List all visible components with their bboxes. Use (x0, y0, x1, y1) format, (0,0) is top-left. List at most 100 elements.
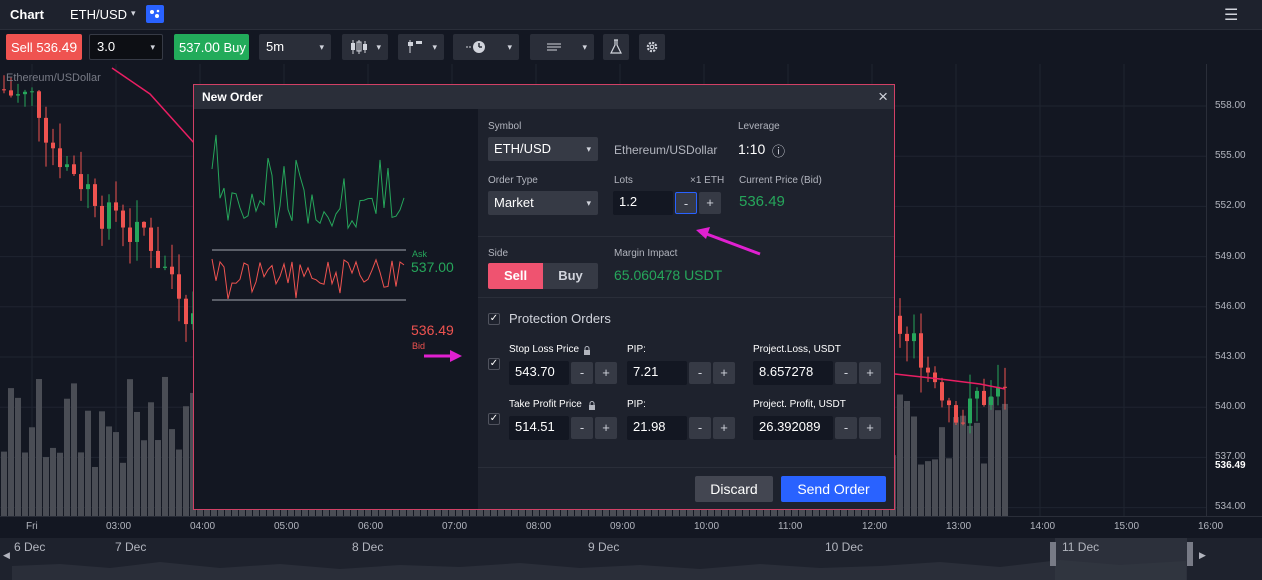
volume-bar (43, 457, 49, 516)
take-profit-pip-increment-button[interactable]: + (713, 417, 735, 439)
chevron-down-icon: ▾ (432, 42, 437, 52)
take-profit-projection-increment-button[interactable]: + (859, 417, 881, 439)
take-profit-price-input[interactable]: 514.51 (509, 416, 569, 440)
discard-button[interactable]: Discard (695, 476, 773, 502)
send-order-button[interactable]: Send Order (781, 476, 886, 502)
stop-loss-checkbox[interactable]: ✓ (488, 358, 500, 370)
time-axis[interactable]: Fri 03:00 04:00 05:00 06:00 07:00 08:00 … (0, 516, 1262, 538)
take-profit-pip-input[interactable]: 21.98 (627, 416, 687, 440)
candle-body (975, 390, 979, 399)
order-type-select[interactable]: Market ▾ (488, 191, 598, 215)
volume-bar (8, 388, 14, 516)
dialog-header[interactable]: New Order × (194, 85, 894, 109)
time-tick: 07:00 (442, 521, 468, 532)
chart-type-button[interactable]: ▾ (342, 34, 388, 60)
navigator-date: 6 Dec (14, 540, 46, 554)
volume-bar (967, 425, 973, 516)
volume-bar (1, 451, 7, 516)
stop-loss-decrement-button[interactable]: - (571, 362, 593, 384)
candle-body (898, 315, 902, 334)
stop-loss-price-input[interactable]: 543.70 (509, 361, 569, 385)
stop-loss-projection-increment-button[interactable]: + (859, 362, 881, 384)
take-profit-pip-decrement-button[interactable]: - (689, 417, 711, 439)
lots-unit: ×1 ETH (690, 175, 725, 186)
info-icon[interactable]: ⓘ (772, 141, 785, 160)
chart-settings-button[interactable]: ▾ (530, 34, 594, 60)
volume-bar (981, 463, 987, 516)
candle-body (135, 221, 139, 242)
price-tick: 549.00 (1215, 251, 1246, 262)
candle-body (156, 250, 160, 268)
symbol-selector[interactable]: ETH/USD (70, 7, 127, 22)
stop-loss-projection-input[interactable]: 8.657278 (753, 361, 833, 385)
volume-bar (946, 458, 952, 516)
stop-loss-increment-button[interactable]: + (595, 362, 617, 384)
navigator-scroll-left-icon[interactable]: ◀ (3, 550, 10, 561)
take-profit-projection-input[interactable]: 26.392089 (753, 416, 833, 440)
symbol-select[interactable]: ETH/USD ▾ (488, 137, 598, 161)
protection-orders-checkbox[interactable]: ✓ (488, 313, 500, 325)
stop-loss-pip-input[interactable]: 7.21 (627, 361, 687, 385)
current-price-value: 536.49 (739, 193, 785, 210)
interval-select[interactable]: 5m ▾ (259, 34, 331, 60)
settings-button[interactable] (639, 34, 665, 60)
volume-bar (22, 452, 28, 516)
lock-icon (584, 346, 590, 355)
timeline-navigator[interactable]: ◀ ▶ 6 Dec 7 Dec 8 Dec 9 Dec 10 Dec 11 De… (0, 538, 1262, 580)
candle-body (58, 148, 62, 168)
price-axis[interactable]: 558.00 555.00 552.00 549.00 546.00 543.0… (1206, 64, 1262, 516)
volume-bar (925, 461, 931, 516)
time-range-button[interactable]: ▾ (453, 34, 519, 60)
candle-body (2, 89, 6, 91)
candle-body (107, 202, 111, 229)
strategy-button[interactable] (603, 34, 629, 60)
quantity-select[interactable]: 3.0 ▾ (89, 34, 163, 60)
side-buy-button[interactable]: Buy (543, 263, 598, 289)
flask-icon (610, 39, 622, 54)
order-type-value: Market (494, 195, 534, 210)
stop-loss-pip-increment-button[interactable]: + (713, 362, 735, 384)
candle-body (142, 221, 146, 228)
price-tick: 534.00 (1215, 501, 1246, 512)
volume-bar (29, 427, 35, 516)
side-sell-button[interactable]: Sell (488, 263, 543, 289)
quick-sell-button[interactable]: Sell 536.49 (6, 34, 82, 60)
indicators-button[interactable]: ▾ (398, 34, 444, 60)
candle-body (93, 184, 97, 206)
navigator-scroll-right-icon[interactable]: ▶ (1199, 550, 1206, 561)
chart-toolbar: Sell 536.49 3.0 ▾ 537.00 Buy 5m ▾ ▾ ▾ ▾ … (0, 30, 1262, 64)
time-tick: 09:00 (610, 521, 636, 532)
candle-body (79, 174, 83, 190)
chevron-down-icon: ▾ (586, 198, 591, 208)
close-icon[interactable]: × (878, 87, 888, 107)
settings-lines-icon (547, 43, 561, 51)
take-profit-decrement-button[interactable]: - (571, 417, 593, 439)
price-tick: 546.00 (1215, 301, 1246, 312)
candle-body (1003, 386, 1007, 388)
volume-bar (162, 376, 168, 516)
divider (478, 236, 894, 237)
lots-increment-button[interactable]: + (699, 192, 721, 214)
protection-orders-label: Protection Orders (509, 311, 611, 326)
lots-input[interactable]: 1.2 (613, 191, 673, 215)
buy-label: Buy (223, 40, 246, 55)
volume-bar (995, 410, 1001, 516)
stop-loss-projection-decrement-button[interactable]: - (835, 362, 857, 384)
annotation-arrow-icon (424, 350, 462, 362)
top-bar: Chart ETH/USD ▾ ☰ (0, 0, 1262, 30)
time-icon (466, 41, 485, 53)
stop-loss-pip-decrement-button[interactable]: - (689, 362, 711, 384)
price-tick: 540.00 (1215, 401, 1246, 412)
lots-decrement-button[interactable]: - (675, 192, 697, 214)
volume-bar (99, 411, 105, 516)
take-profit-checkbox[interactable]: ✓ (488, 413, 500, 425)
chevron-down-icon[interactable]: ▾ (131, 8, 136, 19)
candle-body (170, 266, 174, 275)
quick-buy-button[interactable]: 537.00 Buy (174, 34, 249, 60)
hamburger-menu-icon[interactable]: ☰ (1224, 5, 1238, 25)
take-profit-increment-button[interactable]: + (595, 417, 617, 439)
compare-icon[interactable] (146, 5, 164, 23)
time-tick: 14:00 (1030, 521, 1056, 532)
volume-bar (176, 449, 182, 516)
take-profit-projection-decrement-button[interactable]: - (835, 417, 857, 439)
